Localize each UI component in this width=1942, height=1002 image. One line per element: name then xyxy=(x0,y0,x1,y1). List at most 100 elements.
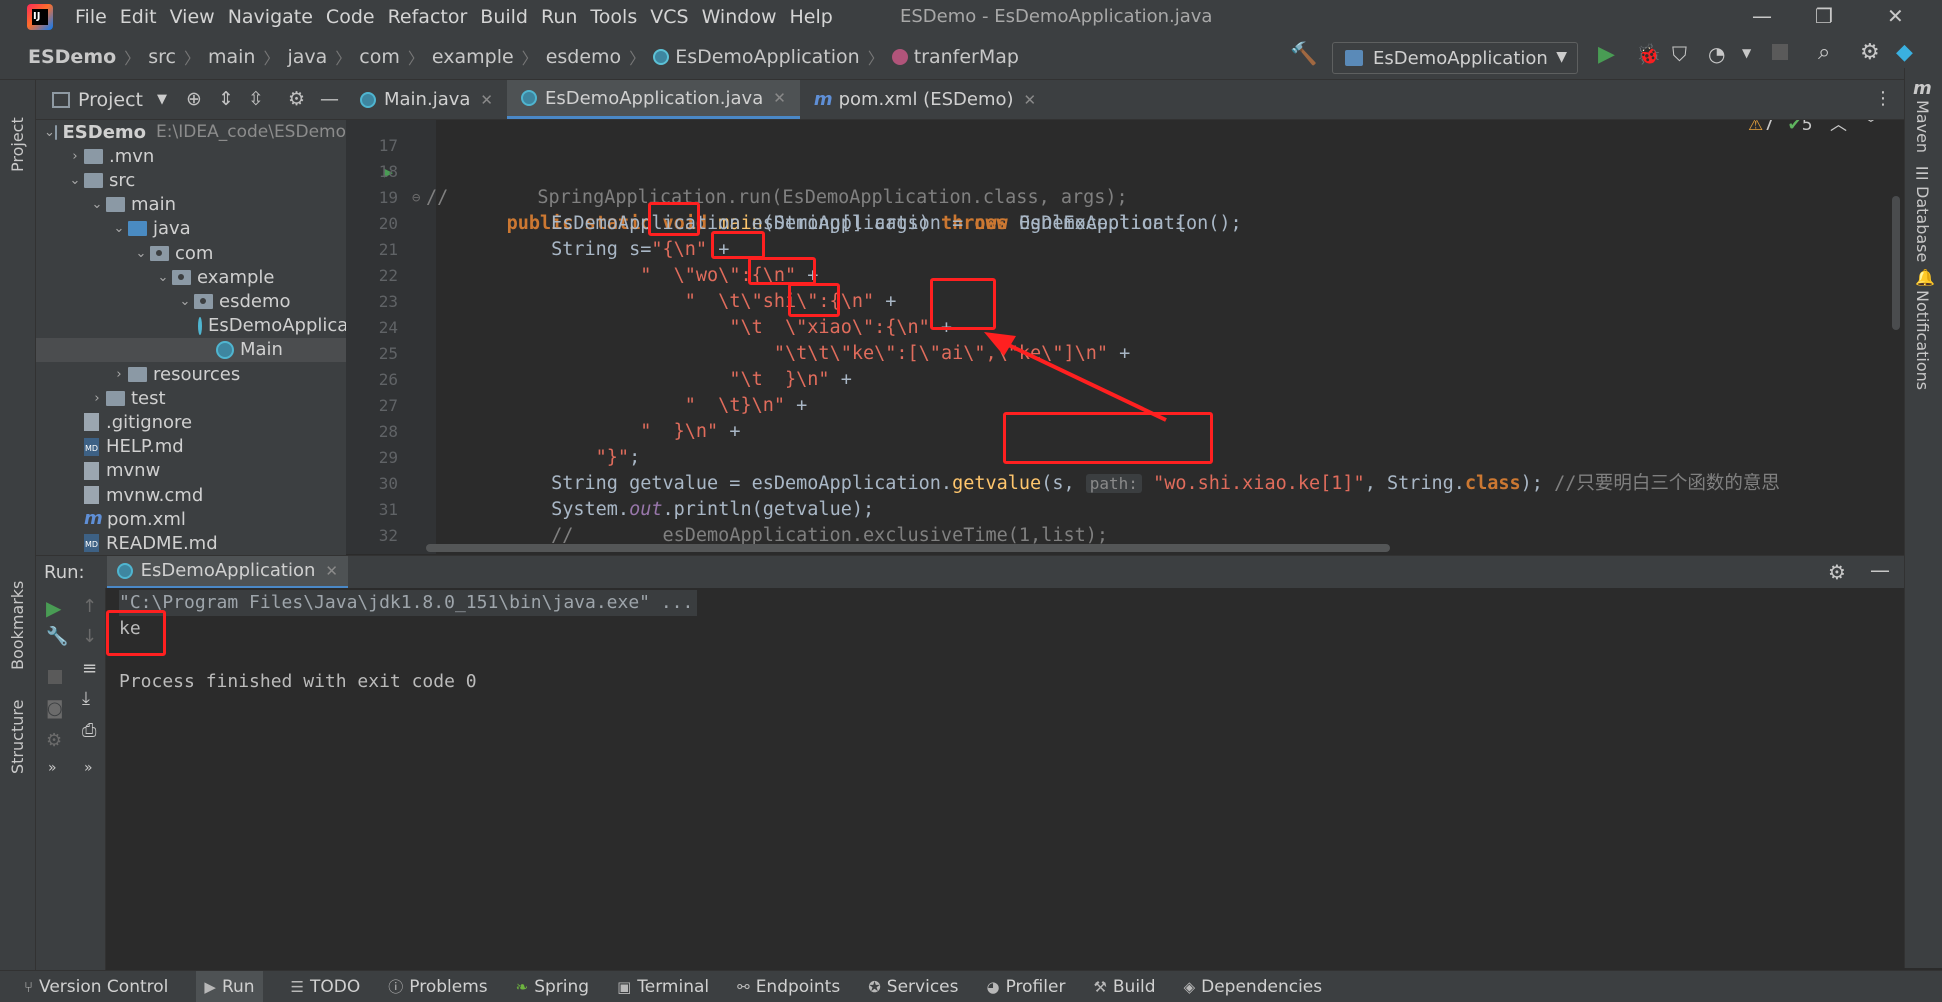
more-icon[interactable]: » xyxy=(48,760,57,776)
vertical-scrollbar[interactable] xyxy=(1892,196,1900,330)
menu-window[interactable]: Window xyxy=(702,6,777,28)
menu-build[interactable]: Build xyxy=(480,6,528,28)
run-console[interactable]: "C:\Program Files\Java\jdk1.8.0_151\bin\… xyxy=(106,588,1906,980)
menu-view[interactable]: View xyxy=(170,6,215,28)
breadcrumb-method[interactable]: tranferMap xyxy=(914,46,1019,68)
soft-wrap-icon[interactable]: ≡ xyxy=(82,658,97,679)
menu-vcs[interactable]: VCS xyxy=(650,6,688,28)
structure-tool-button[interactable]: Structure xyxy=(8,684,27,774)
tree-item[interactable]: ⌄ ESDemo E:\IDEA_code\ESDemo xyxy=(36,120,346,144)
tree-item[interactable]: › test xyxy=(36,386,346,410)
profile-icon[interactable]: ◔ xyxy=(1708,42,1725,66)
run-configuration-select[interactable]: EsDemoApplication ▼ xyxy=(1332,42,1578,74)
tree-item[interactable]: MD HELP.md xyxy=(36,435,346,459)
tab-esdemoapplication-java[interactable]: EsDemoApplication.java ✕ xyxy=(506,80,800,119)
coverage-icon[interactable]: ⛉ xyxy=(1672,42,1687,66)
tree-item[interactable]: Main xyxy=(36,337,346,362)
tree-item[interactable]: ⌄ example xyxy=(36,265,346,289)
scroll-down-icon[interactable]: ↓ xyxy=(82,626,97,647)
tree-item[interactable]: MD README.md xyxy=(36,531,346,555)
tree-item[interactable]: › resources xyxy=(36,362,346,386)
build-hammer-icon[interactable]: 🔨 xyxy=(1290,42,1317,67)
close-tab-icon[interactable]: ✕ xyxy=(325,562,338,580)
tree-item[interactable]: .gitignore xyxy=(36,410,346,434)
chevron-down-icon[interactable]: ⌄ xyxy=(132,246,150,261)
run-icon[interactable]: ▶ xyxy=(1598,42,1615,67)
breadcrumb-main[interactable]: main xyxy=(208,46,255,68)
bottom-endpoints[interactable]: ⚯ Endpoints xyxy=(737,977,840,997)
search-icon[interactable]: ⌕ xyxy=(1818,40,1830,65)
rerun-icon[interactable]: ▶ xyxy=(46,596,61,620)
chevron-down-icon[interactable]: ⌄ xyxy=(88,197,106,212)
maximize-button[interactable]: ❐ xyxy=(1815,4,1833,28)
tab-pom-xml[interactable]: m pom.xml (ESDemo) ✕ xyxy=(800,80,1050,119)
tree-item[interactable]: › .mvn xyxy=(36,144,346,168)
camera-icon[interactable]: ◙ xyxy=(46,698,63,719)
bottom-profiler[interactable]: ◕ Profiler xyxy=(986,977,1065,997)
scroll-up-icon[interactable]: ↑ xyxy=(82,596,97,617)
settings-gear-icon[interactable]: ⚙ xyxy=(46,730,62,751)
menu-edit[interactable]: Edit xyxy=(120,6,157,28)
tree-item[interactable]: mvnw.cmd xyxy=(36,483,346,507)
more-tabs-icon[interactable]: ⋮ xyxy=(1874,88,1892,109)
close-tab-icon[interactable]: ✕ xyxy=(480,91,493,109)
menu-tools[interactable]: Tools xyxy=(590,6,637,28)
tree-item[interactable]: EsDemoApplica xyxy=(36,314,346,338)
breadcrumb-project[interactable]: ESDemo xyxy=(28,46,116,68)
locate-file-icon[interactable]: ⊕ xyxy=(186,88,202,110)
tree-item[interactable]: ⌄ esdemo xyxy=(36,289,346,313)
project-tool-button[interactable]: Project xyxy=(8,88,27,172)
close-window-button[interactable]: ✕ xyxy=(1887,4,1904,28)
minimize-button[interactable]: — xyxy=(1752,4,1772,28)
breadcrumb-src[interactable]: src xyxy=(148,46,176,68)
project-options-gear-icon[interactable]: ⚙ xyxy=(288,88,305,110)
tab-main-java[interactable]: Main.java ✕ xyxy=(346,80,507,119)
chevron-down-icon[interactable]: ⌄ xyxy=(176,294,194,309)
breadcrumb-java[interactable]: java xyxy=(287,46,327,68)
project-view-title[interactable]: Project xyxy=(78,89,143,111)
menu-run[interactable]: Run xyxy=(541,6,577,28)
tree-item[interactable]: mvnw xyxy=(36,459,346,483)
stop-icon[interactable] xyxy=(1772,44,1788,60)
chevron-down-icon[interactable]: ▼ xyxy=(157,92,167,107)
menu-help[interactable]: Help xyxy=(789,6,832,28)
menu-code[interactable]: Code xyxy=(326,6,375,28)
bottom-run[interactable]: ▶ Run xyxy=(196,970,263,1002)
scroll-to-end-icon[interactable]: ⤓ xyxy=(82,688,90,709)
bottom-version-control[interactable]: ⑂ Version Control xyxy=(24,977,168,997)
close-tab-icon[interactable]: ✕ xyxy=(1024,91,1037,109)
menu-refactor[interactable]: Refactor xyxy=(388,6,468,28)
breadcrumb-com[interactable]: com xyxy=(359,46,400,68)
hide-run-panel-icon[interactable]: — xyxy=(1870,558,1890,582)
menu-navigate[interactable]: Navigate xyxy=(228,6,313,28)
chevron-right-icon[interactable]: › xyxy=(66,149,84,164)
database-tool-button[interactable]: Database xyxy=(1913,186,1932,262)
tree-item[interactable]: ⌄ main xyxy=(36,193,346,217)
print-icon[interactable]: ⎙ xyxy=(82,720,96,741)
wrench-icon[interactable]: 🔧 xyxy=(46,626,68,647)
code-editor[interactable]: 17 ▶ ⊖ public static void main(String[] … xyxy=(346,120,1904,554)
bookmarks-tool-button[interactable]: Bookmarks xyxy=(8,570,27,670)
tree-item[interactable]: ⌄ src xyxy=(36,168,346,192)
maven-tool-button[interactable]: Maven xyxy=(1913,100,1932,153)
previous-highlight-icon[interactable]: ︿ xyxy=(1830,120,1847,135)
bottom-spring[interactable]: ❧ Spring xyxy=(516,977,589,997)
bottom-dependencies[interactable]: ◈ Dependencies xyxy=(1184,977,1323,997)
bottom-terminal[interactable]: ▣ Terminal xyxy=(617,977,709,997)
settings-gear-icon[interactable]: ⚙ xyxy=(1860,40,1880,65)
notifications-tool-button[interactable]: Notifications xyxy=(1913,290,1932,390)
chevron-down-icon[interactable]: ⌄ xyxy=(110,221,128,236)
breadcrumb-example[interactable]: example xyxy=(432,46,514,68)
debug-icon[interactable]: 🐞 xyxy=(1636,42,1661,66)
fold-icon[interactable]: ⊖ xyxy=(412,549,420,554)
more-run-options-icon[interactable]: ▼ xyxy=(1742,46,1751,60)
horizontal-scrollbar[interactable] xyxy=(426,544,1390,552)
collapse-all-icon[interactable]: ⇳ xyxy=(248,88,264,110)
hide-panel-icon[interactable]: — xyxy=(320,88,339,110)
close-tab-icon[interactable]: ✕ xyxy=(773,89,786,107)
menu-file[interactable]: File xyxy=(75,6,107,28)
more-icon[interactable]: » xyxy=(84,760,93,776)
inspection-widget[interactable]: ⚠7 ✔5 ︿ ﹀ xyxy=(1748,120,1879,135)
expand-all-icon[interactable]: ⇕ xyxy=(218,88,234,110)
stop-icon[interactable] xyxy=(48,670,62,684)
